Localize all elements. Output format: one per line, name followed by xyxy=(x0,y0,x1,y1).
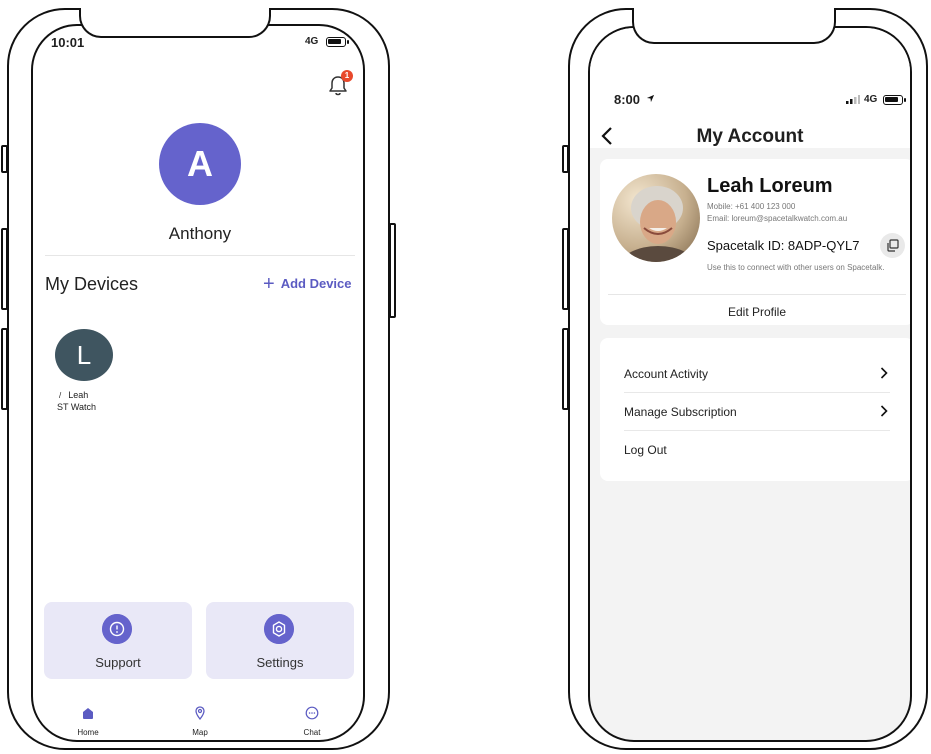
volume-button xyxy=(562,328,569,410)
add-device-button[interactable]: + Add Device xyxy=(263,272,352,295)
settings-card[interactable]: Settings xyxy=(206,602,354,679)
menu-item-label: Log Out xyxy=(624,443,667,457)
profile-name: Leah Loreum xyxy=(707,175,833,197)
menu-item-label: Manage Subscription xyxy=(624,405,737,419)
spacetalk-id-hint: Use this to connect with other users on … xyxy=(707,263,885,272)
volume-button xyxy=(1,328,8,410)
sync-icon: / xyxy=(59,391,62,400)
account-menu: Account Activity Manage Subscription Log… xyxy=(600,338,910,481)
volume-button xyxy=(1,228,8,310)
network-label: 4G xyxy=(864,94,878,105)
notification-badge: 1 xyxy=(341,70,353,82)
device-type: ST Watch xyxy=(57,402,97,412)
tab-bar: Home Map Chat xyxy=(33,706,363,737)
support-label: Support xyxy=(95,655,141,670)
gear-icon xyxy=(264,614,294,644)
plus-icon: + xyxy=(263,272,275,295)
menu-item-account-activity[interactable]: Account Activity xyxy=(624,355,890,393)
map-pin-icon xyxy=(195,706,205,721)
copy-icon xyxy=(887,239,899,252)
chat-icon xyxy=(305,706,319,720)
power-button xyxy=(389,223,396,318)
tab-label: Chat xyxy=(303,728,321,737)
home-screen: 10:01 4G 1 A Anthony My Devices + Add De… xyxy=(31,24,365,742)
tab-chat[interactable]: Chat xyxy=(282,706,342,737)
device-avatar[interactable]: L xyxy=(55,329,113,381)
menu-item-label: Account Activity xyxy=(624,367,709,381)
phone-notch xyxy=(632,8,836,44)
menu-item-log-out[interactable]: Log Out xyxy=(624,431,890,469)
info-icon xyxy=(102,614,132,644)
chevron-right-icon xyxy=(880,367,888,379)
menu-item-manage-subscription[interactable]: Manage Subscription xyxy=(624,393,890,431)
chevron-right-icon xyxy=(880,405,888,417)
profile-avatar[interactable]: A xyxy=(159,123,241,205)
tab-map[interactable]: Map xyxy=(170,706,230,737)
status-time: 8:00 xyxy=(614,92,641,107)
page-title: My Account xyxy=(696,126,804,147)
profile-mobile: Mobile: +61 400 123 000 xyxy=(707,202,796,211)
network-label: 4G xyxy=(305,36,319,47)
edit-profile-button[interactable]: Edit Profile xyxy=(600,305,910,319)
phone-notch xyxy=(79,8,271,38)
my-devices-title: My Devices xyxy=(45,274,139,294)
mute-switch xyxy=(562,145,569,173)
add-device-label: Add Device xyxy=(280,276,352,291)
battery-icon xyxy=(883,95,906,105)
device-name: / Leah xyxy=(59,390,89,400)
location-arrow-icon xyxy=(646,94,655,103)
volume-button xyxy=(562,228,569,310)
phone-frame-left: 10:01 4G 1 A Anthony My Devices + Add De… xyxy=(1,8,396,750)
profile-email: Email: loreum@spacetalkwatch.com.au xyxy=(707,214,848,223)
status-time: 10:01 xyxy=(51,35,85,50)
account-screen: 8:00 4G My Account Leah Loreum Mobile: +… xyxy=(588,26,912,742)
divider xyxy=(45,255,355,256)
divider xyxy=(608,294,906,295)
phone-frame-right: 8:00 4G My Account Leah Loreum Mobile: +… xyxy=(562,8,928,750)
tab-label: Home xyxy=(77,728,99,737)
signal-icon xyxy=(846,95,860,104)
battery-icon xyxy=(326,37,349,47)
tab-home[interactable]: Home xyxy=(58,706,118,737)
profile-photo xyxy=(612,174,700,262)
copy-id-button[interactable] xyxy=(880,233,905,258)
settings-label: Settings xyxy=(256,655,304,670)
support-card[interactable]: Support xyxy=(44,602,192,679)
mute-switch xyxy=(1,145,8,173)
tab-label: Map xyxy=(192,728,208,737)
home-icon xyxy=(83,708,93,719)
profile-card: Leah Loreum Mobile: +61 400 123 000 Emai… xyxy=(600,159,910,325)
profile-name: Anthony xyxy=(168,224,232,243)
spacetalk-id: Spacetalk ID: 8ADP-QYL7 xyxy=(707,238,860,253)
